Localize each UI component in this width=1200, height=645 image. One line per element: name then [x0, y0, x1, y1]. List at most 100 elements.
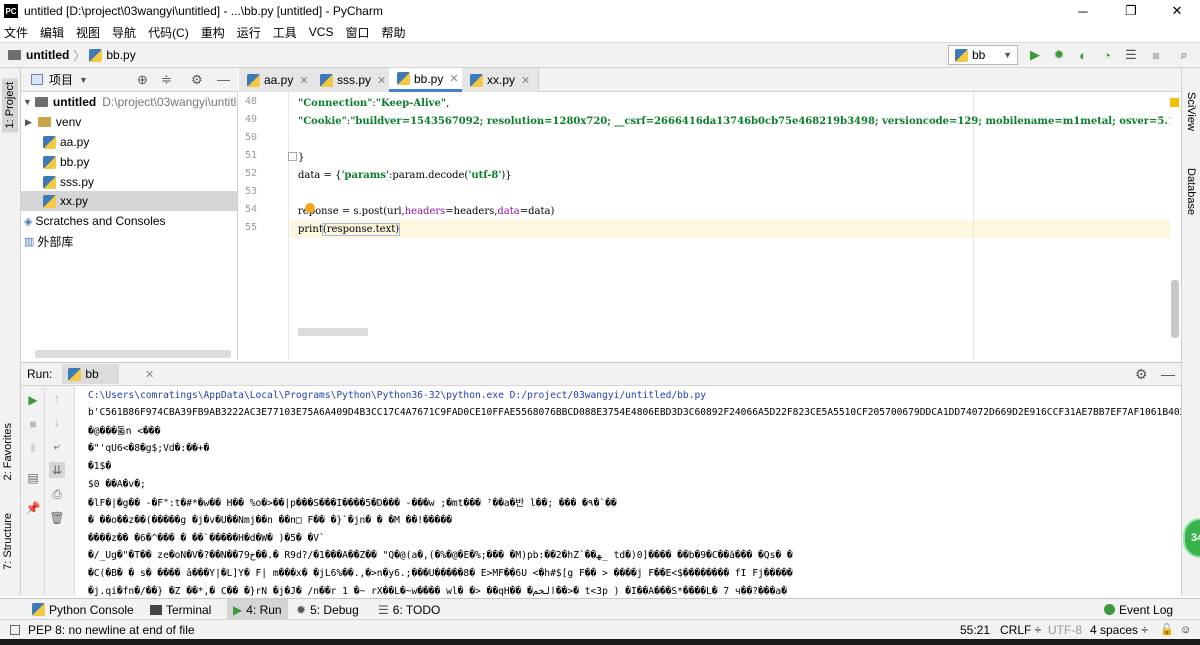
print-icon[interactable]: ⎙: [49, 486, 65, 502]
tab-aa-py[interactable]: aa.py ✕: [239, 68, 318, 92]
tree-item-label: 外部库: [37, 234, 74, 249]
code-token: "Cookie": [298, 115, 347, 127]
menu-refactor[interactable]: 重构: [201, 24, 225, 41]
layout-icon[interactable]: ▤: [25, 470, 41, 486]
run-coverage-icon[interactable]: ◐: [1075, 47, 1091, 63]
hide-panel-icon[interactable]: —: [1161, 366, 1175, 382]
menu-view[interactable]: 视图: [76, 24, 100, 41]
tab-label: aa.py: [264, 73, 294, 87]
menu-run[interactable]: 运行: [237, 24, 261, 41]
code-line-55: print (response.text): [298, 220, 401, 238]
tree-item-bb[interactable]: bb.py: [43, 152, 89, 172]
stop-icon[interactable]: ■: [1148, 47, 1164, 63]
menu-tools[interactable]: 工具: [273, 24, 297, 41]
tab-label: Python Console: [49, 602, 134, 617]
tree-item-venv[interactable]: ▶ venv: [25, 112, 81, 132]
caret-position[interactable]: 55:21: [960, 623, 990, 637]
intention-bulb-icon[interactable]: [304, 203, 315, 213]
console-output[interactable]: C:\Users\comratings\AppData\Local\Progra…: [76, 386, 1181, 596]
pause-icon[interactable]: ‖: [25, 440, 41, 456]
close-tab-icon[interactable]: ✕: [145, 368, 154, 381]
breadcrumb-project[interactable]: untitled: [26, 48, 69, 62]
gear-icon[interactable]: ⚙: [1135, 366, 1148, 383]
menu-navigate[interactable]: 导航: [112, 24, 136, 41]
lock-icon[interactable]: 🔓: [1160, 623, 1174, 636]
tab-favorites-tool[interactable]: 2: Favorites: [2, 423, 14, 480]
tab-todo[interactable]: ☰ 6: TODO: [372, 599, 446, 620]
line-number: 51: [244, 150, 257, 161]
tab-python-console[interactable]: Python Console: [26, 599, 140, 620]
close-tab-icon[interactable]: ✕: [449, 72, 458, 85]
tab-structure-tool[interactable]: 7: Structure: [2, 513, 14, 570]
event-log-button[interactable]: Event Log: [1098, 599, 1179, 620]
pin-icon[interactable]: 📌: [25, 500, 41, 516]
locate-icon[interactable]: ⊕: [137, 72, 148, 88]
close-tab-icon[interactable]: ✕: [521, 74, 530, 87]
code-editor[interactable]: "Connection" : "Keep-Alive" , "Cookie" :…: [290, 92, 1170, 360]
close-button[interactable]: ✕: [1154, 0, 1200, 22]
tree-item-aa[interactable]: aa.py: [43, 132, 89, 152]
concurrency-icon[interactable]: ☰: [1123, 47, 1139, 63]
run-icon[interactable]: ▶: [1027, 47, 1043, 63]
close-tab-icon[interactable]: ✕: [377, 74, 386, 87]
code-token: }: [298, 151, 305, 163]
arrow-up-icon[interactable]: ↑: [49, 390, 65, 406]
chevron-down-icon[interactable]: ▼: [79, 75, 88, 85]
tab-terminal[interactable]: Terminal: [144, 599, 217, 620]
scroll-to-end-icon[interactable]: ⇊: [49, 462, 65, 478]
tab-project-tool[interactable]: 1: Project: [2, 78, 18, 133]
profile-icon[interactable]: ◔: [1099, 47, 1115, 63]
menu-help[interactable]: 帮助: [381, 24, 405, 41]
trash-icon[interactable]: 🗑: [49, 510, 65, 526]
horizontal-scrollbar[interactable]: [298, 328, 368, 336]
menu-code[interactable]: 代码(C): [148, 24, 189, 41]
tree-item-scratches[interactable]: ◈ Scratches and Consoles: [24, 211, 166, 231]
arrow-down-icon[interactable]: ↓: [49, 414, 65, 430]
python-file-icon: [89, 48, 103, 62]
tab-debug[interactable]: ✹ 5: Debug: [290, 599, 365, 620]
project-panel-title[interactable]: 项目: [49, 71, 73, 88]
collapse-all-icon[interactable]: ≑: [161, 72, 172, 88]
console-line: �/_Ug�"�T�� ze�oN�V�?��N��79خ��.� R9d?/�…: [88, 549, 793, 561]
indent-setting[interactable]: 4 spaces ÷: [1090, 623, 1148, 637]
tab-run[interactable]: ▶ 4: Run: [227, 599, 288, 620]
tree-root[interactable]: ▼ untitled D:\project\03wangyi\untitle: [23, 92, 237, 112]
tab-sciview[interactable]: SciView: [1185, 92, 1197, 131]
hide-panel-icon[interactable]: —: [217, 72, 230, 87]
tree-item-xx[interactable]: xx.py: [21, 191, 237, 211]
chevron-down-icon: ▼: [1003, 50, 1012, 60]
tree-item-sss[interactable]: sss.py: [43, 172, 94, 192]
menu-edit[interactable]: 编辑: [40, 24, 64, 41]
line-separator[interactable]: CRLF ÷: [1000, 623, 1041, 637]
run-config-select[interactable]: bb ▼: [948, 45, 1018, 65]
minimize-button[interactable]: ─: [1060, 0, 1106, 22]
tree-item-external-libraries[interactable]: ▥ 外部库: [24, 231, 73, 251]
inspector-icon[interactable]: ☺: [1180, 624, 1191, 636]
close-tab-icon[interactable]: ✕: [299, 74, 308, 87]
run-tab-bb[interactable]: bb ✕: [62, 364, 154, 384]
stop-icon[interactable]: ■: [25, 416, 41, 432]
file-encoding[interactable]: UTF-8: [1048, 623, 1082, 637]
terminal-icon: [150, 604, 162, 615]
maximize-button[interactable]: ❐: [1108, 0, 1154, 22]
search-everywhere-icon[interactable]: ⌕: [1176, 47, 1192, 63]
breadcrumb-file[interactable]: bb.py: [106, 48, 135, 62]
tab-sss-py[interactable]: sss.py ✕: [312, 68, 396, 92]
vertical-scrollbar-thumb[interactable]: [1171, 280, 1179, 338]
tab-database[interactable]: Database: [1185, 168, 1197, 215]
gear-icon[interactable]: ⚙: [191, 72, 203, 88]
editor-scroll-stripe[interactable]: [1170, 92, 1181, 360]
code-line-48: "Connection" : "Keep-Alive" ,: [298, 94, 449, 112]
tab-bb-py[interactable]: bb.py ✕: [389, 68, 468, 92]
menu-file[interactable]: 文件: [4, 24, 28, 41]
tab-xx-py[interactable]: xx.py ✕: [462, 68, 540, 92]
menu-window[interactable]: 窗口: [345, 24, 369, 41]
toggle-tool-windows-icon[interactable]: [10, 624, 20, 635]
rerun-icon[interactable]: ▶: [25, 392, 41, 408]
debug-icon[interactable]: ✹: [1051, 47, 1067, 63]
soft-wrap-icon[interactable]: ⤶: [49, 438, 65, 454]
menu-vcs[interactable]: VCS: [309, 25, 334, 39]
code-line-52: data = { 'params' :param.decode( 'utf-8'…: [298, 166, 512, 184]
warning-marker-icon[interactable]: [1170, 98, 1179, 107]
horizontal-scrollbar[interactable]: [35, 350, 231, 358]
